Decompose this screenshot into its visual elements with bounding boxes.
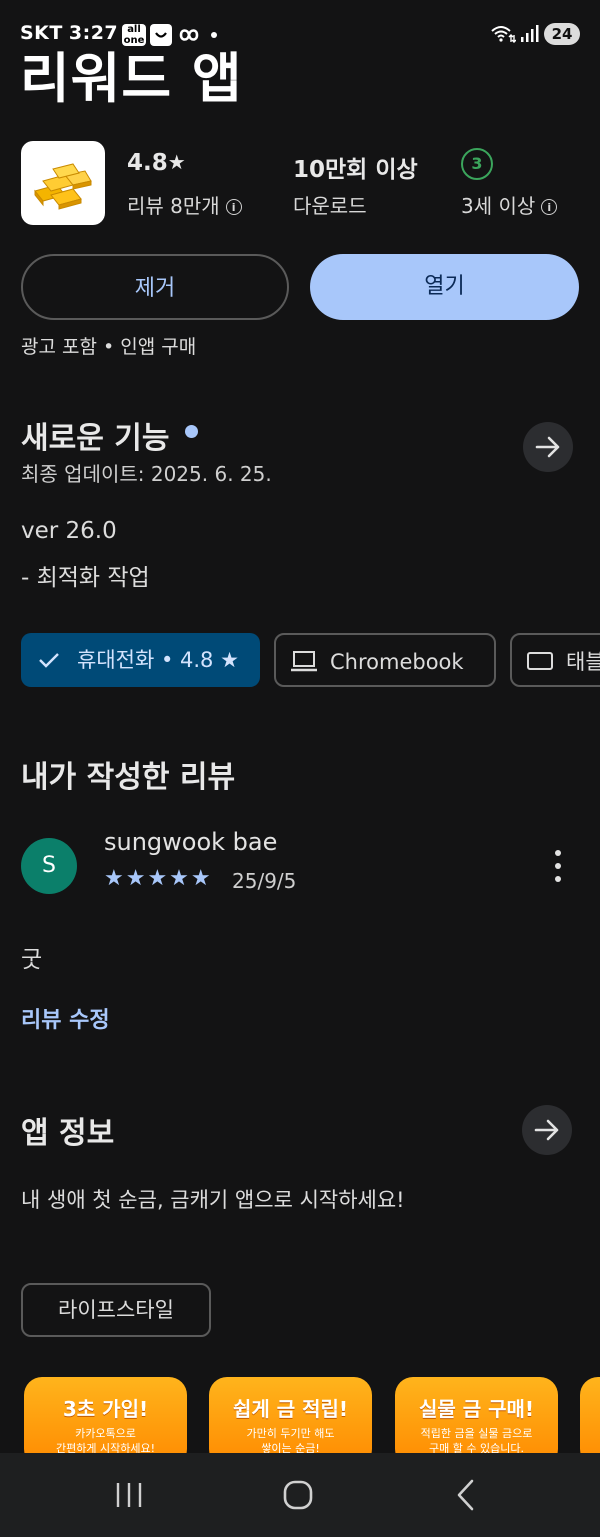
download-label: 다운로드 <box>293 194 367 218</box>
check-icon <box>39 653 59 668</box>
home-icon[interactable] <box>282 1479 314 1511</box>
review-count[interactable]: 리뷰 8만개 i <box>127 190 242 219</box>
about-app-title: 앱 정보 <box>21 1116 115 1151</box>
my-review-title: 내가 작성한 리뷰 <box>21 760 236 795</box>
back-icon[interactable] <box>452 1478 480 1512</box>
device-chip-chromebook[interactable]: Chromebook <box>274 633 496 687</box>
review-count-label: 리뷰 8만개 <box>127 194 220 218</box>
star-icon: ★ <box>167 150 186 174</box>
last-updated: 최종 업데이트: 2025. 6. 25. <box>21 462 272 486</box>
wifi-icon <box>491 26 516 43</box>
dot-icon <box>211 32 217 38</box>
clock: 3:27 <box>68 22 119 44</box>
app-description: 내 생애 첫 순금, 금캐기 앱으로 시작하세요! <box>21 1188 405 1212</box>
category-chip[interactable]: 라이프스타일 <box>21 1283 211 1337</box>
device-chip-label: 휴대전화 • 4.8 ★ <box>77 648 239 672</box>
signal-icon <box>521 25 539 42</box>
tablet-icon <box>527 652 553 670</box>
arrow-right-icon <box>535 436 560 458</box>
edit-review-link[interactable]: 리뷰 수정 <box>21 1002 110 1034</box>
battery-icon: 24 <box>544 23 580 45</box>
device-chip-phone[interactable]: 휴대전화 • 4.8 ★ <box>21 633 260 687</box>
ads-note: 광고 포함 • 인앱 구매 <box>21 336 197 358</box>
review-stars: ★★★★★ <box>104 866 213 891</box>
whats-new-title: 새로운 기능 <box>21 421 170 456</box>
screenshot-subtext: 카카오톡으로 <box>75 1427 136 1440</box>
uninstall-button[interactable]: 제거 <box>21 254 289 320</box>
release-notes: - 최적화 작업 <box>21 565 150 591</box>
device-chip-label: 태블 <box>566 650 600 674</box>
recent-apps-icon[interactable] <box>113 1481 145 1509</box>
whats-new-arrow-button[interactable] <box>523 422 573 472</box>
app-title: 리워드 앱 <box>20 47 243 110</box>
info-icon[interactable]: i <box>225 199 242 215</box>
device-chip-label: Chromebook <box>330 650 464 674</box>
infinity-icon <box>178 24 200 46</box>
screenshot-headline: 쉽게 금 적립! <box>232 1397 349 1421</box>
info-icon[interactable]: i <box>541 199 558 215</box>
screenshot-headline: 실물 금 구매! <box>418 1397 535 1421</box>
new-indicator-dot <box>185 425 198 438</box>
review-text: 굿 <box>21 947 43 973</box>
reviewer-name: sungwook bae <box>104 828 278 856</box>
about-app-arrow-button[interactable] <box>522 1105 572 1155</box>
age-rating[interactable]: 3세 이상 i <box>461 190 558 219</box>
avatar: S <box>21 838 77 894</box>
screenshot-headline: 3초 가입! <box>62 1397 149 1421</box>
more-vert-icon[interactable] <box>548 848 568 884</box>
version-text: ver 26.0 <box>21 518 117 544</box>
rating-number: 4.8 <box>127 150 168 176</box>
all-one-icon: all one <box>122 24 146 46</box>
carrier-label: SKT <box>20 22 63 44</box>
laptop-icon <box>291 651 317 672</box>
arrow-right-icon <box>534 1119 559 1141</box>
device-chip-tablet[interactable]: 태블 <box>510 633 600 687</box>
review-date: 25/9/5 <box>232 869 297 893</box>
download-count: 10만회 이상 <box>293 157 418 183</box>
screenshot-subtext: 가만히 두기만 해도 <box>246 1427 335 1440</box>
rating-value: 4.8★ <box>127 150 186 176</box>
smile-app-icon <box>150 24 172 46</box>
open-button[interactable]: 열기 <box>310 254 579 320</box>
age-rating-badge: 3 <box>461 148 493 180</box>
gold-bars-icon <box>21 141 105 225</box>
age-rating-label: 3세 이상 <box>461 194 536 218</box>
screenshot-subtext: 적립한 금을 실물 금으로 <box>420 1427 533 1440</box>
status-carrier-time: SKT 3:27 <box>20 22 118 44</box>
